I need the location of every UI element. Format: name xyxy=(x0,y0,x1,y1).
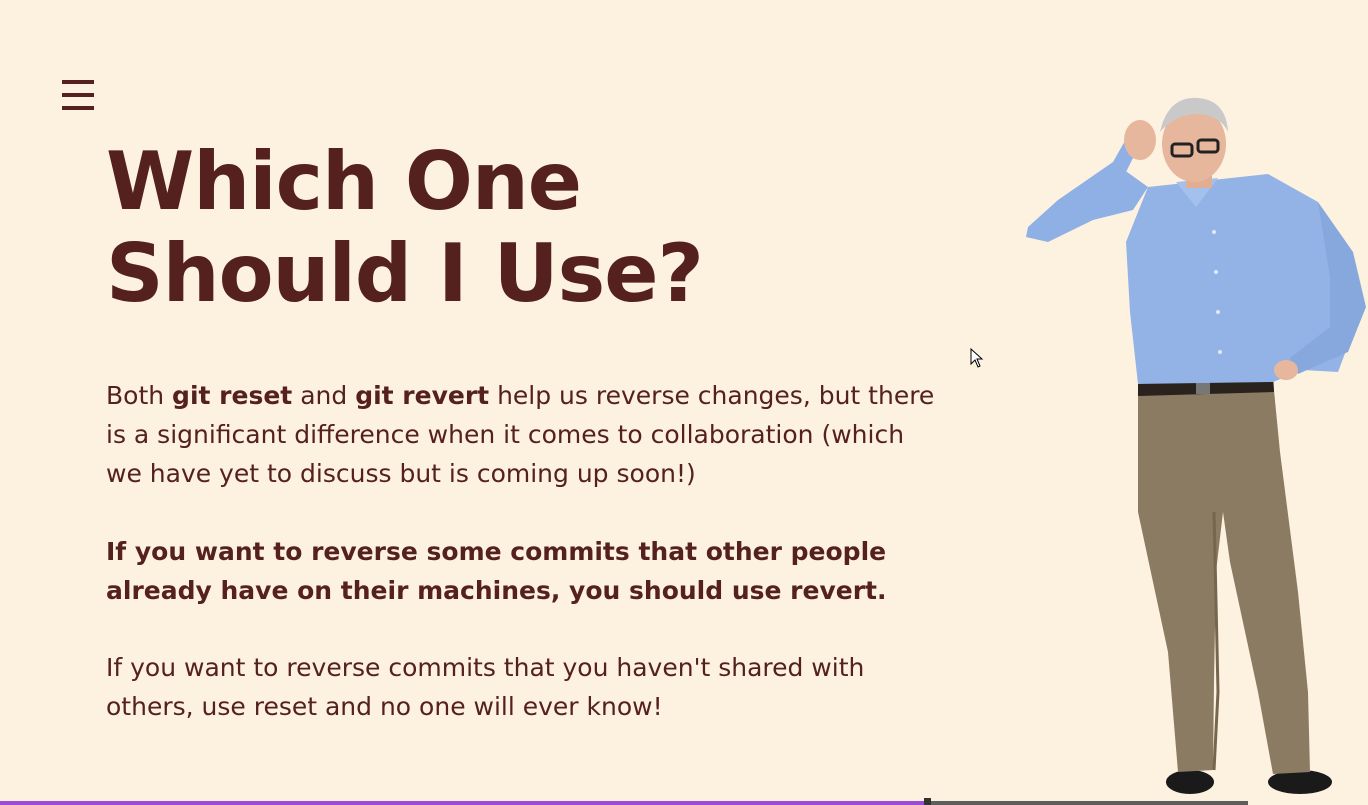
title-line-2: Should I Use? xyxy=(106,227,704,320)
git-revert-term: git revert xyxy=(355,381,490,410)
menu-icon[interactable] xyxy=(62,80,96,112)
slide-title: Which One Should I Use? xyxy=(106,135,704,320)
confused-man-illustration xyxy=(1026,97,1366,794)
slide-stage: Which One Should I Use? Both git reset a… xyxy=(0,0,1368,805)
slide-progress-handle[interactable] xyxy=(923,798,931,805)
mouse-pointer-icon xyxy=(970,348,984,368)
paragraph-use-reset: If you want to reverse commits that you … xyxy=(106,653,865,721)
para1-text-1: Both xyxy=(106,381,173,410)
slide-progress-fill xyxy=(0,801,924,805)
title-line-1: Which One xyxy=(106,135,582,228)
paragraph-use-revert: If you want to reverse some commits that… xyxy=(106,537,887,605)
paragraph-reset-revert: Both git reset and git revert help us re… xyxy=(106,376,936,493)
para1-text-2: and xyxy=(292,381,356,410)
git-reset-term: git reset xyxy=(172,381,293,410)
slide-progress-bar[interactable] xyxy=(0,798,1248,805)
